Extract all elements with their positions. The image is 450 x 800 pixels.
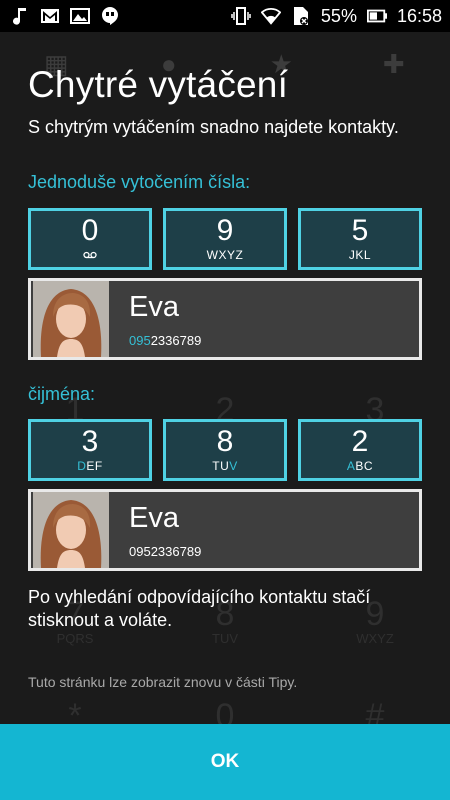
contact-card-by-number: Eva 0952336789: [28, 278, 422, 360]
key-number: 8: [216, 425, 234, 458]
matched-letter: V: [229, 459, 238, 473]
key-number: 2: [351, 425, 369, 458]
gmail-icon: [40, 7, 60, 25]
tip-text: Tuto stránku lze zobrazit znovu v části …: [28, 674, 298, 690]
key-letters: JKL: [348, 248, 372, 262]
contact-card-by-name: Eva 0952336789: [28, 489, 422, 571]
avatar: [33, 492, 109, 568]
gallery-icon: [70, 7, 90, 25]
key-5: 5 JKL: [298, 208, 422, 270]
ok-button[interactable]: OK: [0, 724, 450, 800]
number-keys-row: 0 9 WXYZ 5 JKL: [28, 208, 422, 270]
instruction-text: Po vyhledání odpovídajícího kontaktu sta…: [28, 587, 371, 630]
page-title: Chytré vytáčení: [28, 64, 289, 105]
battery-percent: 55%: [320, 5, 357, 26]
battery-icon: [366, 7, 387, 25]
key-number: 0: [81, 214, 99, 247]
by-name-label: čijména:: [28, 384, 96, 404]
key-3: 3 DEF: [28, 419, 152, 481]
key-9: 9 WXYZ: [163, 208, 287, 270]
key-number: 5: [351, 214, 369, 247]
other-letters: TU: [212, 459, 230, 473]
no-sim-icon: [291, 7, 311, 25]
matched-digits: 095: [129, 332, 151, 348]
wifi-icon: [260, 7, 281, 25]
avatar: [33, 281, 109, 357]
by-number-label: Jednoduše vytočením čísla:: [28, 172, 251, 192]
vibrate-icon: [231, 7, 251, 25]
contact-name: Eva: [129, 290, 179, 323]
key-8: 8 TUV: [163, 419, 287, 481]
other-letters: BC: [355, 459, 374, 473]
remaining-digits: 2336789: [150, 332, 202, 348]
other-letters: EF: [86, 459, 103, 473]
clock: 16:58: [396, 5, 442, 26]
key-letters: DEF: [77, 459, 103, 473]
key-letters: WXYZ: [206, 248, 244, 262]
key-letters: ABC: [347, 459, 373, 473]
contact-number: 0952336789: [129, 543, 202, 559]
status-bar: 55% 16:58: [0, 0, 450, 32]
hangouts-icon: [100, 7, 120, 25]
key-0: 0: [28, 208, 152, 270]
contact-number: 0952336789: [129, 333, 201, 348]
key-number: 3: [81, 425, 99, 458]
contact-name: Eva: [129, 501, 179, 534]
music-note-icon: [10, 7, 30, 25]
voicemail-icon: [83, 248, 97, 262]
name-keys-row: 3 DEF 8 TUV 2 ABC: [28, 419, 422, 481]
smart-dial-tutorial: Chytré vytáčení S chytrým vytáčením snad…: [0, 32, 450, 724]
key-letters: TUV: [212, 459, 238, 473]
key-2: 2 ABC: [298, 419, 422, 481]
key-number: 9: [216, 214, 234, 247]
page-subtitle: S chytrým vytáčením snadno najdete konta…: [28, 117, 399, 137]
